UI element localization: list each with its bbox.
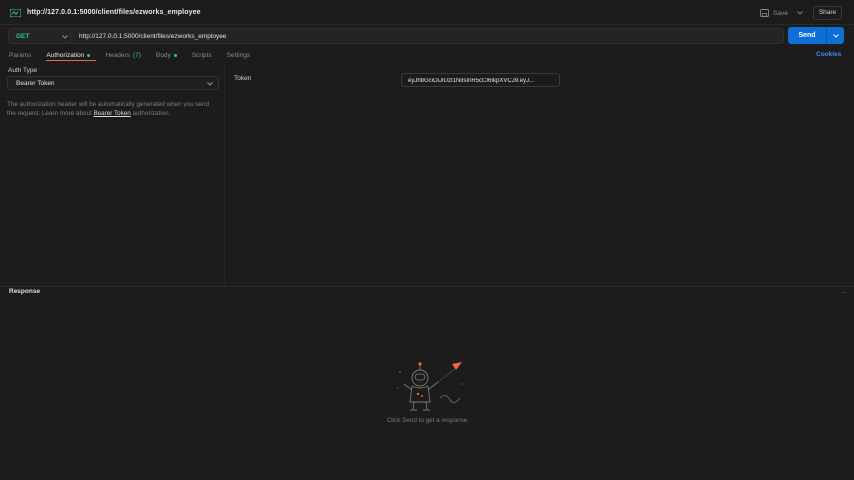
tab-label: Headers <box>105 51 130 59</box>
token-field[interactable] <box>401 73 560 87</box>
tab-params[interactable]: Params <box>9 50 31 60</box>
auth-type-value: Bearer Token <box>16 80 55 87</box>
empty-response-message: Click Send to get a response <box>386 417 468 424</box>
save-icon <box>760 9 769 17</box>
save-label: Save <box>773 9 788 17</box>
tab-label: Authorization <box>46 51 85 59</box>
auth-description-text: authorization. <box>130 110 171 117</box>
request-title[interactable]: http://127.0.0.1:5000/client/files/ezwor… <box>27 9 201 16</box>
url-input[interactable] <box>79 31 769 42</box>
chevron-down-icon <box>207 82 213 86</box>
tab-authorization[interactable]: Authorization <box>46 50 91 60</box>
method-label: GET <box>16 33 30 40</box>
share-button[interactable]: Share <box>813 6 842 20</box>
status-dot <box>87 53 91 57</box>
send-button[interactable]: Send <box>788 27 826 44</box>
auth-description: The authorization header will be automat… <box>7 100 219 118</box>
token-label: Token <box>234 75 252 82</box>
active-tab-indicator <box>46 60 96 61</box>
tab-headers[interactable]: Headers (7) <box>105 50 141 60</box>
auth-type-select[interactable]: Bearer Token <box>7 76 219 90</box>
tab-label: Scripts <box>191 51 212 59</box>
divider <box>0 24 854 25</box>
tab-label: Body <box>155 51 171 59</box>
tab-settings[interactable]: Settings <box>227 50 251 60</box>
request-tabs: Params Authorization Headers (7) Body Scr… <box>9 50 265 60</box>
tab-label: Params <box>9 51 32 59</box>
cookies-link[interactable]: Cookies <box>816 51 841 58</box>
http-request-icon <box>10 9 21 17</box>
headers-count: (7) <box>132 51 141 59</box>
bearer-token-link[interactable]: Bearer Token <box>93 110 130 117</box>
more-options-icon[interactable]: ... <box>842 288 847 295</box>
chevron-down-icon <box>62 35 68 39</box>
method-select[interactable]: GET <box>8 28 70 44</box>
chevron-down-icon <box>833 34 839 38</box>
divider <box>0 286 854 287</box>
auth-type-label: Auth Type <box>8 67 38 74</box>
chevron-down-icon[interactable] <box>797 11 803 15</box>
tab-label: Settings <box>226 51 251 59</box>
save-button[interactable]: Save <box>760 7 803 19</box>
tab-body[interactable]: Body <box>156 50 177 60</box>
tab-scripts[interactable]: Scripts <box>192 50 212 60</box>
response-title: Response <box>9 288 41 295</box>
status-dot <box>173 53 177 57</box>
token-input[interactable] <box>408 76 558 85</box>
send-options-button[interactable] <box>826 27 844 44</box>
request-titlebar: http://127.0.0.1:5000/client/files/ezwor… <box>0 4 854 22</box>
url-bar[interactable] <box>70 28 784 44</box>
divider <box>224 64 225 286</box>
astronaut-illustration <box>397 362 463 411</box>
